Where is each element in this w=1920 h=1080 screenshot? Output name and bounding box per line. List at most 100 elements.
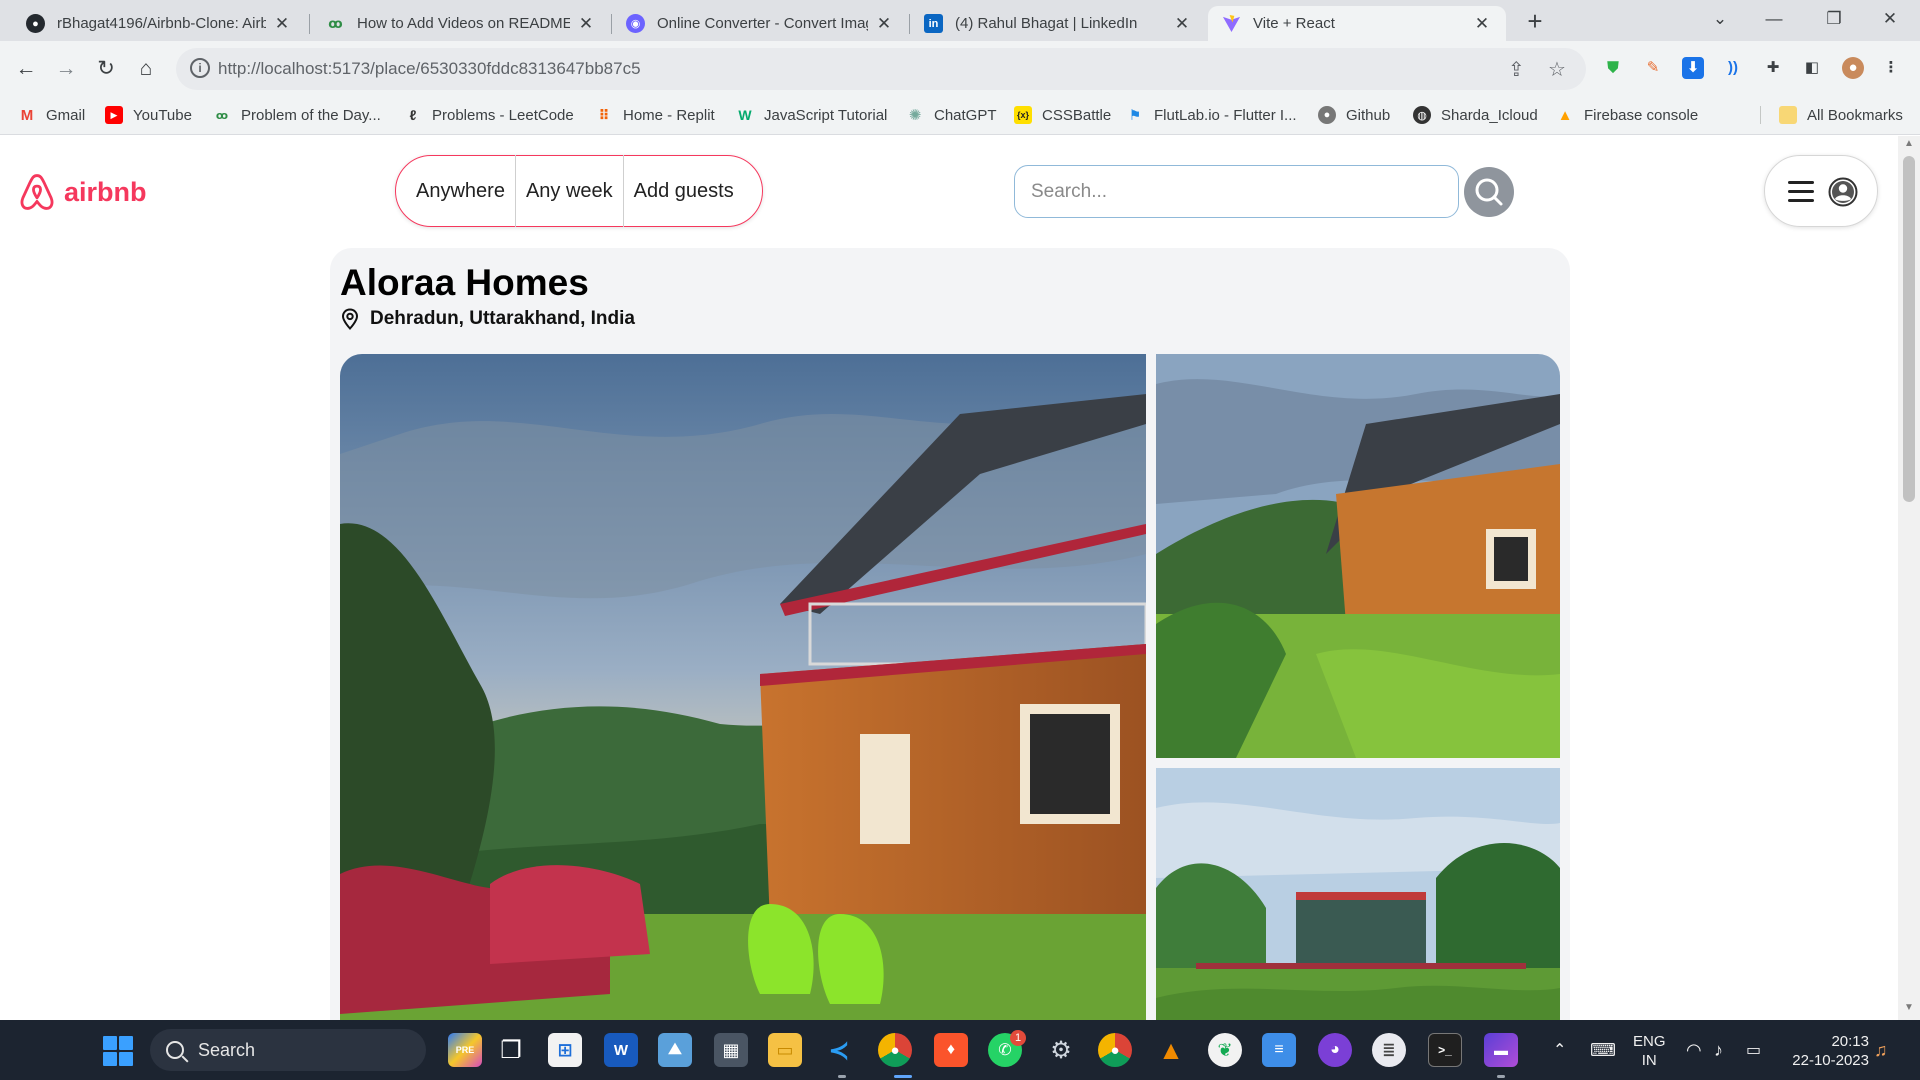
place-title: Aloraa Homes (340, 262, 589, 303)
chrome-icon[interactable]: ● (878, 1033, 912, 1067)
close-window-button[interactable]: ✕ (1862, 0, 1918, 41)
reload-button[interactable]: ↻ (90, 53, 122, 85)
extensions-puzzle-icon[interactable]: ✚ (1762, 57, 1784, 79)
close-icon[interactable]: ✕ (272, 14, 292, 34)
microsoft-store-icon[interactable]: ⊞ (548, 1033, 582, 1067)
download-extension-icon[interactable]: ⬇ (1682, 57, 1704, 79)
vscode-icon[interactable]: ≺ (822, 1033, 856, 1067)
vlc-icon[interactable]: ▲ (1154, 1033, 1188, 1067)
volume-icon[interactable]: ♪ (1714, 1020, 1723, 1080)
any-week-button[interactable]: Any week (516, 155, 623, 227)
bookmark-gmail[interactable]: M Gmail (18, 106, 85, 124)
airbnb-logo[interactable]: airbnb (18, 172, 147, 212)
task-view-icon[interactable]: ❐ (494, 1033, 528, 1067)
bookmarks-bar: M Gmail ▶ YouTube ꝏ Problem of the Day... ℓ… (0, 97, 1920, 135)
anywhere-button[interactable]: Anywhere (396, 155, 515, 227)
bookmark-github[interactable]: ● Github (1318, 106, 1390, 124)
bookmark-gfg-potd[interactable]: ꝏ Problem of the Day... (213, 106, 381, 124)
restore-button[interactable]: ❐ (1806, 0, 1862, 41)
user-menu-button[interactable] (1764, 155, 1878, 227)
page-scrollbar[interactable]: ▲ ▼ (1898, 136, 1920, 1020)
new-tab-button[interactable]: + (1519, 6, 1551, 38)
settings-gear-icon[interactable]: ⚙ (1044, 1033, 1078, 1067)
mongodb-compass-icon[interactable]: ❦ (1208, 1033, 1242, 1067)
notepad-icon[interactable]: ≡ (1262, 1033, 1296, 1067)
location-text: Dehradun, Uttarakhand, India (370, 308, 635, 329)
bookmark-javascript-tutorial[interactable]: W JavaScript Tutorial (736, 106, 887, 124)
search-input[interactable] (1014, 165, 1459, 218)
github-desktop-icon[interactable]: ◕ (1318, 1033, 1352, 1067)
tab-title: How to Add Videos on README (357, 15, 570, 32)
address-bar[interactable]: i http://localhost:5173/place/6530330fdd… (176, 48, 1586, 90)
profile-avatar[interactable]: ● (1842, 57, 1864, 79)
bookmark-sharda-icloud[interactable]: ◍ Sharda_Icloud (1413, 106, 1538, 124)
home-button[interactable]: ⌂ (130, 53, 162, 85)
teams-icon[interactable]: ≣ (1372, 1033, 1406, 1067)
clipchamp-icon[interactable]: ▬ (1484, 1033, 1518, 1067)
shield-extension-icon[interactable]: ⛊ (1602, 57, 1624, 79)
copilot-preview-icon[interactable]: PRE (448, 1033, 482, 1067)
tab-vite-react[interactable]: Vite + React ✕ (1208, 6, 1506, 41)
tab-title: Online Converter - Convert Imag (657, 15, 868, 32)
bookmark-label: CSSBattle (1042, 106, 1112, 124)
all-bookmarks[interactable]: All Bookmarks (1760, 106, 1903, 124)
system-clock[interactable]: 20:13 22-10-2023 (1787, 1032, 1869, 1070)
browser-toolbar: ← → ↻ ⌂ i http://localhost:5173/place/65… (0, 41, 1920, 97)
chrome-profile-icon[interactable]: ● (1098, 1033, 1132, 1067)
bookmark-cssbattle[interactable]: {x} CSSBattle (1014, 106, 1111, 124)
secondary-photo-top[interactable] (1156, 354, 1560, 758)
notification-bell-icon[interactable]: ♫ (1874, 1020, 1888, 1080)
bookmark-youtube[interactable]: ▶ YouTube (105, 106, 192, 124)
tab-search-icon[interactable]: ⌄ (1692, 0, 1748, 41)
back-button[interactable]: ← (10, 53, 42, 85)
brave-icon[interactable]: ♦ (934, 1033, 968, 1067)
menu-dots-icon[interactable]: ⋮ (1880, 57, 1902, 79)
scroll-up-icon[interactable]: ▲ (1903, 138, 1915, 149)
bookmark-label: Problem of the Day... (241, 106, 381, 124)
close-icon[interactable]: ✕ (874, 14, 894, 34)
place-location[interactable]: Dehradun, Uttarakhand, India (340, 308, 635, 330)
scrollbar-thumb[interactable] (1903, 156, 1915, 502)
file-explorer-icon[interactable]: ▭ (768, 1033, 802, 1067)
bookmark-firebase[interactable]: ▲ Firebase console (1556, 106, 1699, 124)
bookmark-star-icon[interactable]: ☆ (1548, 57, 1566, 82)
search-button[interactable] (1464, 167, 1514, 217)
tab-linkedin[interactable]: in (4) Rahul Bhagat | LinkedIn ✕ (910, 6, 1206, 41)
bookmark-label: ChatGPT (934, 106, 997, 124)
secondary-photo-bottom[interactable] (1156, 768, 1560, 1020)
minimize-button[interactable]: — (1746, 0, 1802, 41)
battery-icon[interactable]: ▭ (1746, 1020, 1761, 1080)
close-icon[interactable]: ✕ (1472, 14, 1492, 34)
tab-gfg[interactable]: ꝏ How to Add Videos on README ✕ (312, 6, 610, 41)
forward-button[interactable]: → (50, 53, 82, 85)
terminal-icon[interactable]: >_ (1428, 1033, 1462, 1067)
windows-start-icon[interactable] (103, 1036, 133, 1066)
bookmark-leetcode[interactable]: ℓ Problems - LeetCode (404, 106, 574, 124)
scroll-down-icon[interactable]: ▼ (1903, 1002, 1915, 1013)
wifi-icon[interactable]: ◠ (1686, 1020, 1702, 1080)
search-pill[interactable]: Anywhere Any week Add guests (395, 155, 763, 227)
tab-converter[interactable]: ◉ Online Converter - Convert Imag ✕ (612, 6, 908, 41)
photos-icon[interactable]: ⛰ (658, 1033, 692, 1067)
word-icon[interactable]: W (604, 1033, 638, 1067)
share-icon[interactable]: ⇪ (1508, 57, 1525, 82)
side-panel-icon[interactable]: ◧ (1801, 57, 1823, 79)
close-icon[interactable]: ✕ (1172, 14, 1192, 34)
main-photo[interactable] (340, 354, 1146, 1020)
close-icon[interactable]: ✕ (576, 14, 596, 34)
show-hidden-icons[interactable]: ⌃ (1553, 1020, 1566, 1080)
bookmark-replit[interactable]: ⠿ Home - Replit (595, 106, 715, 124)
read-aloud-extension-icon[interactable]: )) (1722, 57, 1744, 79)
taskbar-search-box[interactable]: Search (150, 1029, 426, 1071)
bookmark-chatgpt[interactable]: ✺ ChatGPT (906, 106, 997, 125)
url-text[interactable]: http://localhost:5173/place/6530330fddc8… (218, 59, 641, 79)
bookmark-label: FlutLab.io - Flutter I... (1154, 106, 1297, 124)
language-indicator[interactable]: ENG IN (1633, 1032, 1666, 1070)
add-guests-button[interactable]: Add guests (624, 155, 744, 227)
bookmark-flutlab[interactable]: ⚑ FlutLab.io - Flutter I... (1126, 106, 1297, 124)
keyboard-icon[interactable]: ⌨ (1590, 1020, 1616, 1080)
tab-github[interactable]: ● rBhagat4196/Airbnb-Clone: Airb ✕ (12, 6, 306, 41)
calculator-icon[interactable]: ▦ (714, 1033, 748, 1067)
site-info-icon[interactable]: i (190, 58, 210, 78)
colorpicker-extension-icon[interactable]: ✎ (1642, 57, 1664, 79)
